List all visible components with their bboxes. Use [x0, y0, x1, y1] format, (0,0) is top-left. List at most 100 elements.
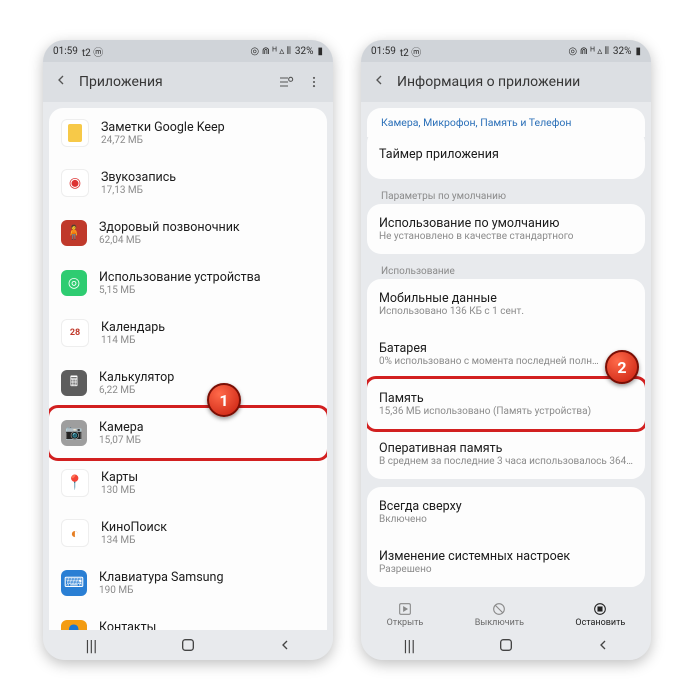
row-title: Мобильные данные: [379, 291, 633, 306]
app-name: Заметки Google Keep: [101, 120, 315, 135]
app-row-contacts[interactable]: 👤 Контакты6,13 МБ: [49, 608, 327, 630]
search-filter-icon[interactable]: [277, 74, 295, 90]
app-row-recorder[interactable]: ◉ Звукозапись17,13 МБ: [49, 158, 327, 208]
status-battery: 32%: [295, 46, 314, 57]
app-row-kinopoisk[interactable]: ◐ КиноПоиск134 МБ: [49, 508, 327, 558]
row-sub: В среднем за последние 3 часа использова…: [379, 456, 633, 468]
app-name: Календарь: [101, 320, 315, 335]
nav-recents-icon[interactable]: |||: [401, 637, 417, 653]
status-extra: t2 ⓜ: [82, 44, 103, 59]
app-size: 62,04 МБ: [99, 235, 315, 247]
row-sub: 0% использовано с момента последней полн…: [379, 356, 633, 368]
back-icon[interactable]: [371, 72, 387, 92]
app-size: 114 МБ: [101, 335, 315, 347]
app-name: Звукозапись: [101, 170, 315, 185]
row-battery[interactable]: Батарея 0% использовано с момента послед…: [367, 329, 645, 379]
action-label: Остановить: [575, 618, 625, 628]
page-title: Информация о приложении: [397, 74, 641, 90]
status-icons: ◎ ⋒ ᴴ ▵ ⫴: [568, 46, 609, 57]
app-row-calculator[interactable]: 🖩 Калькулятор6,22 МБ: [49, 358, 327, 408]
app-row-calendar[interactable]: 28 Календарь114 МБ: [49, 308, 327, 358]
app-name: КиноПоиск: [101, 520, 315, 535]
status-extra: t2 ⓜ: [400, 44, 421, 59]
row-title: Таймер приложения: [379, 147, 633, 162]
row-title: Использование по умолчанию: [379, 216, 633, 231]
nav-back-icon[interactable]: [277, 637, 293, 653]
row-title: Память: [379, 391, 633, 406]
action-stop[interactable]: Остановить: [575, 601, 625, 628]
app-row-maps[interactable]: 📍 Карты130 МБ: [49, 458, 327, 508]
action-label: Выключить: [475, 618, 524, 628]
callout-1: 1: [207, 383, 241, 417]
status-bar: 01:59 t2 ⓜ ◎ ⋒ ᴴ ▵ ⫴ 32% ▮: [43, 40, 333, 62]
calendar-icon: 28: [61, 319, 89, 347]
header: Информация о приложении: [361, 62, 651, 102]
app-row-keyboard[interactable]: ⌨ Клавиатура Samsung190 МБ: [49, 558, 327, 608]
app-row-camera[interactable]: 📷 Камера15,07 МБ: [49, 405, 327, 461]
app-info-content: Камера, Микрофон, Память и Телефон Тайме…: [361, 102, 651, 595]
row-sub: Не установлено в качестве стандартного: [379, 231, 633, 243]
back-icon[interactable]: [53, 72, 69, 92]
battery-icon: ▮: [635, 46, 641, 57]
row-system-settings[interactable]: Изменение системных настроек Разрешено: [367, 537, 645, 587]
contacts-icon: 👤: [61, 620, 87, 630]
section-default: Параметры по умолчанию: [367, 187, 645, 204]
maps-icon: 📍: [61, 469, 89, 497]
app-name: Камера: [99, 420, 315, 435]
row-title: Всегда сверху: [379, 499, 633, 514]
app-size: 130 МБ: [101, 485, 315, 497]
action-label: Открыть: [387, 618, 424, 628]
bottom-actions: Открыть Выключить Остановить: [361, 595, 651, 630]
action-disable[interactable]: Выключить: [475, 601, 524, 628]
row-mobile-data[interactable]: Мобильные данные Использовано 136 КБ с 1…: [367, 279, 645, 329]
app-name: Клавиатура Samsung: [99, 570, 315, 585]
page-title: Приложения: [79, 74, 267, 90]
app-name: Использование устройства: [99, 270, 315, 285]
phone-right: 01:59 t2 ⓜ ◎ ⋒ ᴴ ▵ ⫴ 32% ▮ Информация о …: [361, 40, 651, 660]
app-size: 17,13 МБ: [101, 185, 315, 197]
row-app-timer[interactable]: Таймер приложения: [367, 129, 645, 179]
device-usage-icon: ◎: [61, 270, 87, 296]
app-size: 15,07 МБ: [99, 435, 315, 447]
row-default-usage[interactable]: Использование по умолчанию Не установлен…: [367, 204, 645, 254]
nav-recents-icon[interactable]: |||: [83, 637, 99, 653]
row-title: Оперативная память: [379, 441, 633, 456]
navigation-bar: |||: [43, 630, 333, 660]
app-size: 190 МБ: [99, 585, 315, 597]
nav-back-icon[interactable]: [595, 637, 611, 653]
status-time: 01:59: [371, 46, 396, 57]
nav-home-icon[interactable]: [498, 637, 514, 653]
keyboard-icon: ⌨: [61, 570, 87, 596]
kinopoisk-icon: ◐: [61, 519, 89, 547]
camera-icon: 📷: [61, 420, 87, 446]
app-name: Контакты: [99, 620, 315, 631]
status-bar: 01:59 t2 ⓜ ◎ ⋒ ᴴ ▵ ⫴ 32% ▮: [361, 40, 651, 62]
battery-icon: ▮: [317, 46, 323, 57]
row-sub: Использовано 136 КБ с 1 сент.: [379, 306, 633, 318]
app-row-keep[interactable]: Заметки Google Keep24,72 МБ: [49, 108, 327, 158]
apps-list: Заметки Google Keep24,72 МБ ◉ Звукозапис…: [43, 102, 333, 630]
app-size: 134 МБ: [101, 535, 315, 547]
status-battery: 32%: [613, 46, 632, 57]
app-row-posture[interactable]: 🧍 Здоровый позвоночник62,04 МБ: [49, 208, 327, 258]
more-icon[interactable]: [305, 75, 323, 89]
nav-home-icon[interactable]: [180, 637, 196, 653]
callout-2: 2: [605, 350, 639, 384]
recorder-icon: ◉: [61, 169, 89, 197]
row-ram[interactable]: Оперативная память В среднем за последни…: [367, 429, 645, 479]
header: Приложения: [43, 62, 333, 102]
app-row-device-usage[interactable]: ◎ Использование устройства5,15 МБ: [49, 258, 327, 308]
row-memory[interactable]: Память 15,36 МБ использовано (Память уст…: [367, 376, 645, 432]
section-usage: Использование: [367, 262, 645, 279]
app-size: 5,15 МБ: [99, 285, 315, 297]
row-title: Изменение системных настроек: [379, 549, 633, 564]
navigation-bar: |||: [361, 630, 651, 660]
app-name: Калькулятор: [99, 370, 315, 385]
app-name: Здоровый позвоночник: [99, 220, 315, 235]
row-always-on-top[interactable]: Всегда сверху Включено: [367, 487, 645, 537]
app-name: Карты: [101, 470, 315, 485]
row-sub: Разрешено: [379, 564, 633, 576]
posture-icon: 🧍: [61, 220, 87, 246]
status-icons: ◎ ⋒ ᴴ ▵ ⫴: [250, 46, 291, 57]
action-open[interactable]: Открыть: [387, 601, 424, 628]
